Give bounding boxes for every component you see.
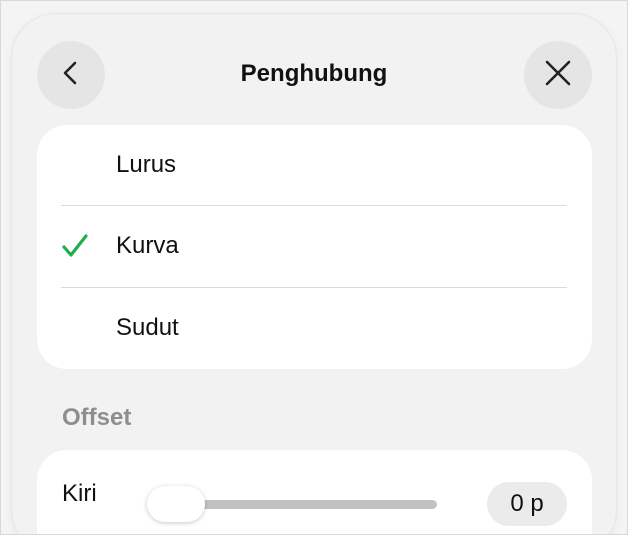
connector-panel: Penghubung Lurus Kurva Sudut Offset Kiri…	[12, 14, 616, 534]
connection-style-list: Lurus Kurva Sudut	[37, 125, 592, 369]
offset-left-slider-thumb[interactable]	[147, 486, 205, 522]
close-button[interactable]	[524, 41, 592, 109]
offset-left-row: Kiri 0 p	[37, 450, 592, 534]
option-label: Lurus	[116, 151, 177, 178]
popover-frame: Penghubung Lurus Kurva Sudut Offset Kiri…	[0, 0, 628, 535]
checkmark-icon	[61, 233, 89, 264]
close-icon	[543, 58, 573, 93]
option-lurus[interactable]: Lurus	[37, 125, 592, 205]
offset-left-label: Kiri	[62, 480, 97, 507]
option-sudut[interactable]: Sudut	[37, 288, 592, 368]
offset-left-value[interactable]: 0 p	[487, 482, 567, 526]
option-label: Kurva	[116, 232, 179, 259]
offset-left-slider-track[interactable]	[167, 500, 437, 509]
option-label: Sudut	[116, 314, 179, 341]
option-kurva[interactable]: Kurva	[37, 206, 592, 286]
offset-section-title: Offset	[62, 404, 132, 431]
